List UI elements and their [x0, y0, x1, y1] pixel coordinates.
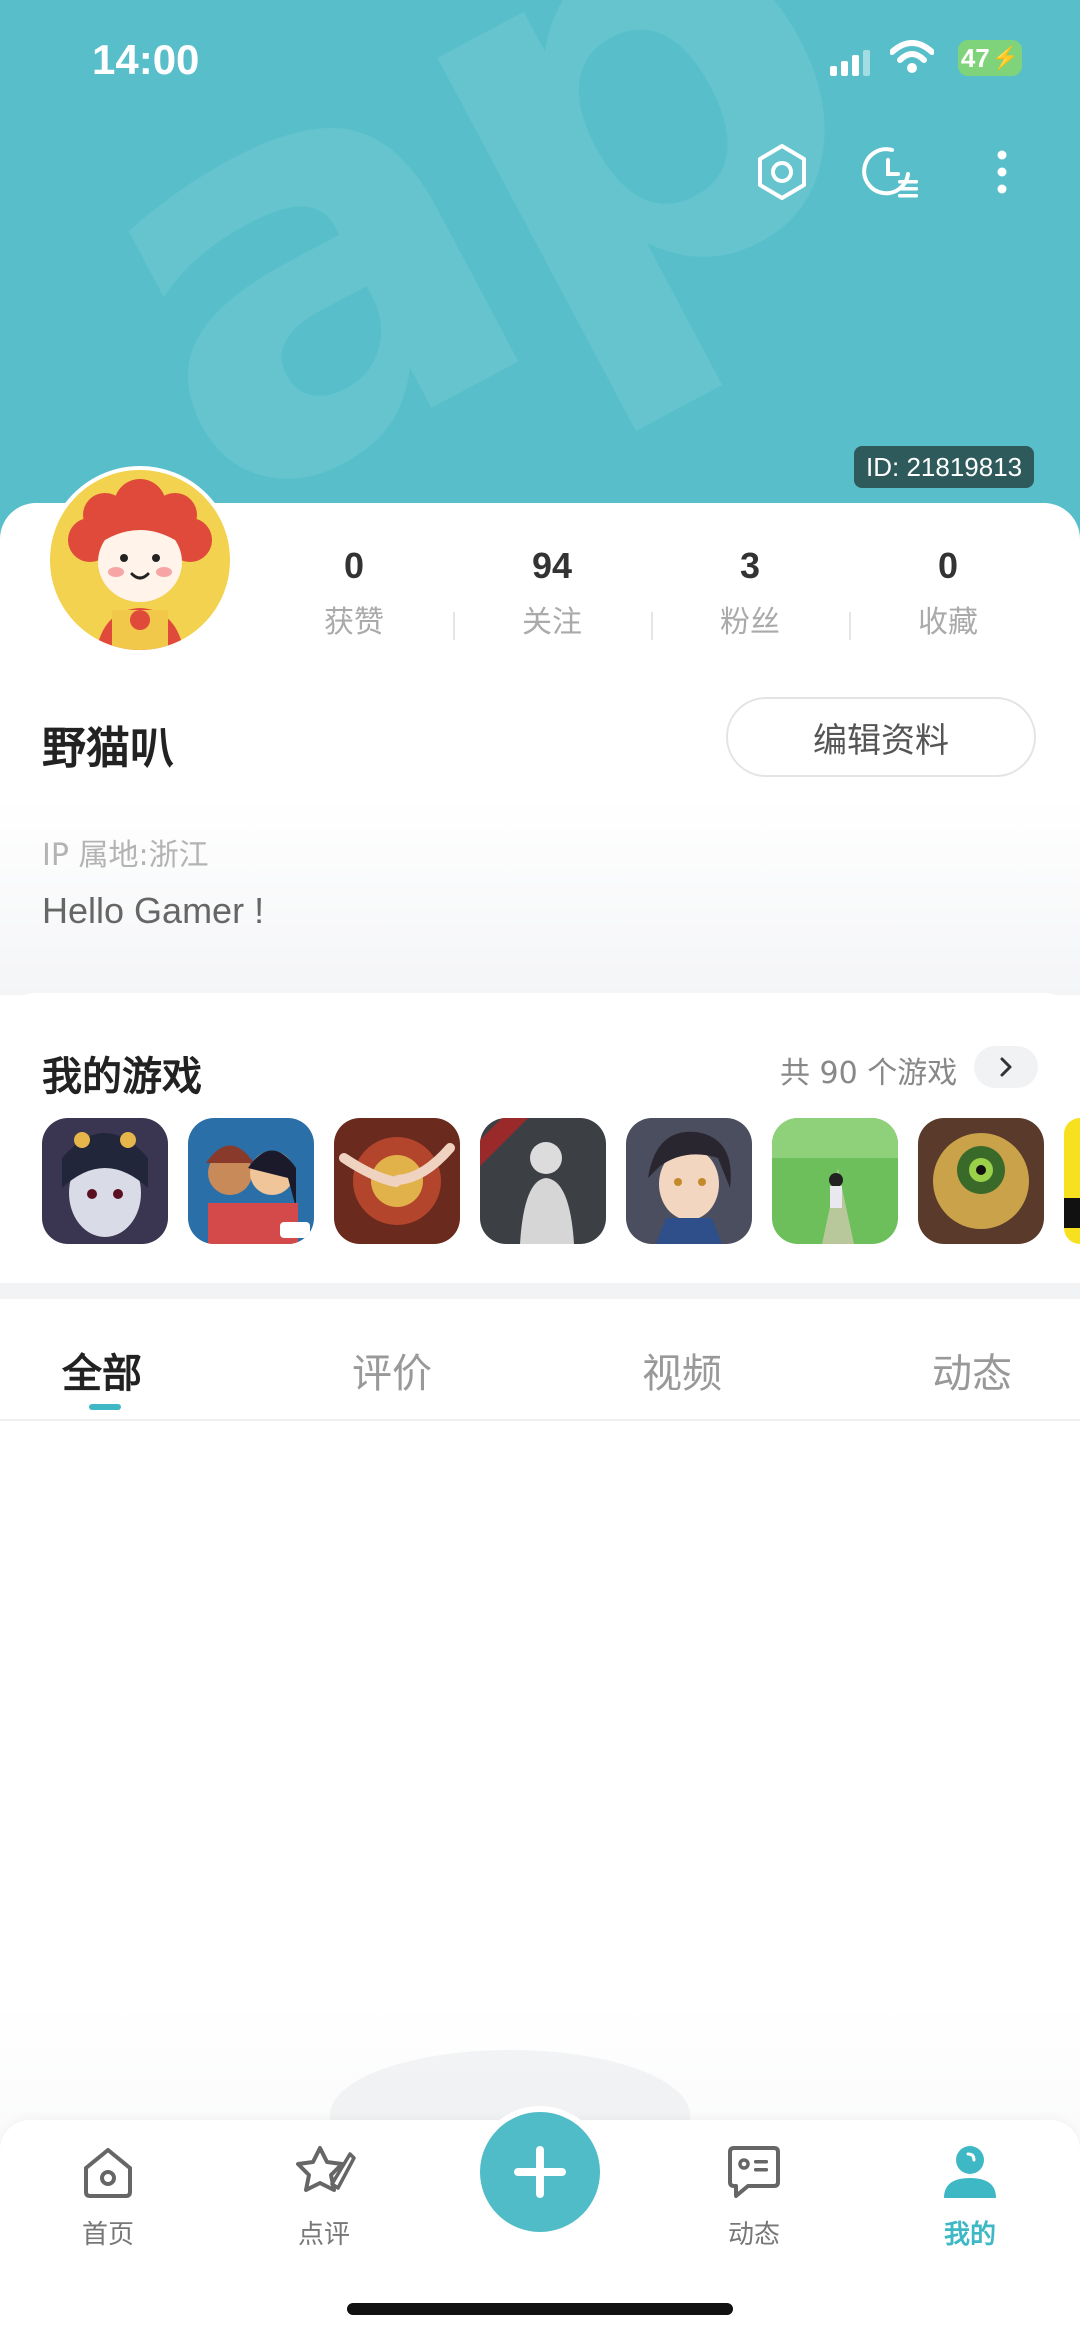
tab-posts[interactable]: 动态: [932, 1341, 1012, 1399]
my-games-title: 我的游戏: [42, 1054, 202, 1100]
settings-hexagon-icon: [758, 144, 806, 200]
settings-hexagon-button[interactable]: [750, 140, 814, 204]
user-id-badge[interactable]: ID: 21819813: [854, 446, 1035, 488]
stat-favorites[interactable]: 0 收藏: [888, 545, 1008, 641]
username: 野猫叭: [42, 723, 174, 774]
more-options-button[interactable]: [970, 140, 1034, 204]
nav-item-home[interactable]: 首页: [48, 2140, 168, 2251]
avatar[interactable]: [46, 466, 234, 654]
nav-item-me[interactable]: 我的: [910, 2140, 1030, 2251]
cellular-signal-icon: [830, 50, 870, 76]
history-button[interactable]: [858, 140, 922, 204]
stat-followers-label: 粉丝: [720, 605, 780, 640]
stat-divider: [849, 612, 851, 640]
game-thumbnail: [480, 1118, 606, 1244]
section-divider: [0, 1283, 1080, 1299]
game-icon[interactable]: [1064, 1118, 1080, 1244]
active-tab-indicator: [89, 1404, 121, 1410]
stat-followers[interactable]: 3 粉丝: [690, 545, 810, 641]
tab-all[interactable]: 全部: [62, 1341, 142, 1399]
game-icon[interactable]: [42, 1118, 168, 1244]
stat-divider: [453, 612, 455, 640]
stat-following-value: 94: [531, 545, 573, 586]
home-icon: [84, 2148, 132, 2198]
create-post-button[interactable]: [474, 2106, 606, 2238]
ip-location: IP 属地:浙江: [42, 838, 209, 873]
game-thumbnail: [626, 1118, 752, 1244]
game-icon[interactable]: [334, 1118, 460, 1244]
battery-level: 47: [960, 42, 990, 73]
feed-message-icon: [728, 2146, 780, 2198]
stat-favorites-value: 0: [937, 545, 959, 586]
stat-following[interactable]: 94 关注: [492, 545, 612, 641]
stat-following-label: 关注: [522, 605, 582, 640]
stat-likes[interactable]: 0 获赞: [294, 545, 414, 641]
game-thumbnail: [334, 1118, 460, 1244]
user-bio: Hello Gamer !: [42, 890, 265, 931]
status-bar: 14:00 47 ⚡: [0, 34, 1080, 84]
nav-label-me: 我的: [943, 2220, 996, 2250]
stat-likes-label: 获赞: [324, 605, 384, 640]
nav-item-feed[interactable]: 动态: [694, 2140, 814, 2251]
game-thumbnail: [188, 1118, 314, 1244]
edit-profile-button[interactable]: 编辑资料: [726, 697, 1036, 777]
stat-divider: [651, 612, 653, 640]
tab-reviews[interactable]: 评价: [352, 1341, 432, 1399]
nav-item-review[interactable]: 点评: [264, 2140, 384, 2251]
game-thumbnail: [42, 1118, 168, 1244]
nav-label-review: 点评: [297, 2220, 350, 2250]
user-icon: [944, 2146, 996, 2198]
game-thumbnail: [918, 1118, 1044, 1244]
game-icon[interactable]: [626, 1118, 752, 1244]
home-indicator: [347, 2303, 733, 2315]
content-tabs: 全部 评价 视频 动态: [0, 1299, 1080, 1421]
stat-followers-value: 3: [739, 545, 761, 586]
nav-label-home: 首页: [81, 2220, 134, 2250]
nav-label-feed: 动态: [727, 2220, 780, 2250]
status-time: 14:00: [92, 36, 200, 83]
game-icon[interactable]: [772, 1118, 898, 1244]
charging-bolt-icon: ⚡: [991, 45, 1020, 70]
stat-likes-value: 0: [343, 545, 365, 586]
more-vertical-icon: [997, 150, 1007, 194]
review-star-icon: [296, 2146, 356, 2192]
history-clock-icon: [862, 147, 918, 198]
wifi-icon: [890, 40, 934, 73]
my-games-count[interactable]: 共 90 个游戏: [780, 1048, 957, 1092]
stat-favorites-label: 收藏: [918, 605, 978, 640]
my-games-more-button[interactable]: [974, 1046, 1038, 1088]
tab-videos[interactable]: 视频: [642, 1341, 722, 1399]
game-thumbnail: [1064, 1118, 1080, 1244]
plus-icon: [514, 2146, 566, 2198]
battery-indicator: 47 ⚡: [958, 40, 1022, 76]
game-icon[interactable]: [188, 1118, 314, 1244]
game-thumbnail: [772, 1118, 898, 1244]
game-icon[interactable]: [918, 1118, 1044, 1244]
avatar-illustration: [50, 470, 230, 650]
game-icon[interactable]: [480, 1118, 606, 1244]
chevron-right-icon: [1000, 1057, 1012, 1077]
